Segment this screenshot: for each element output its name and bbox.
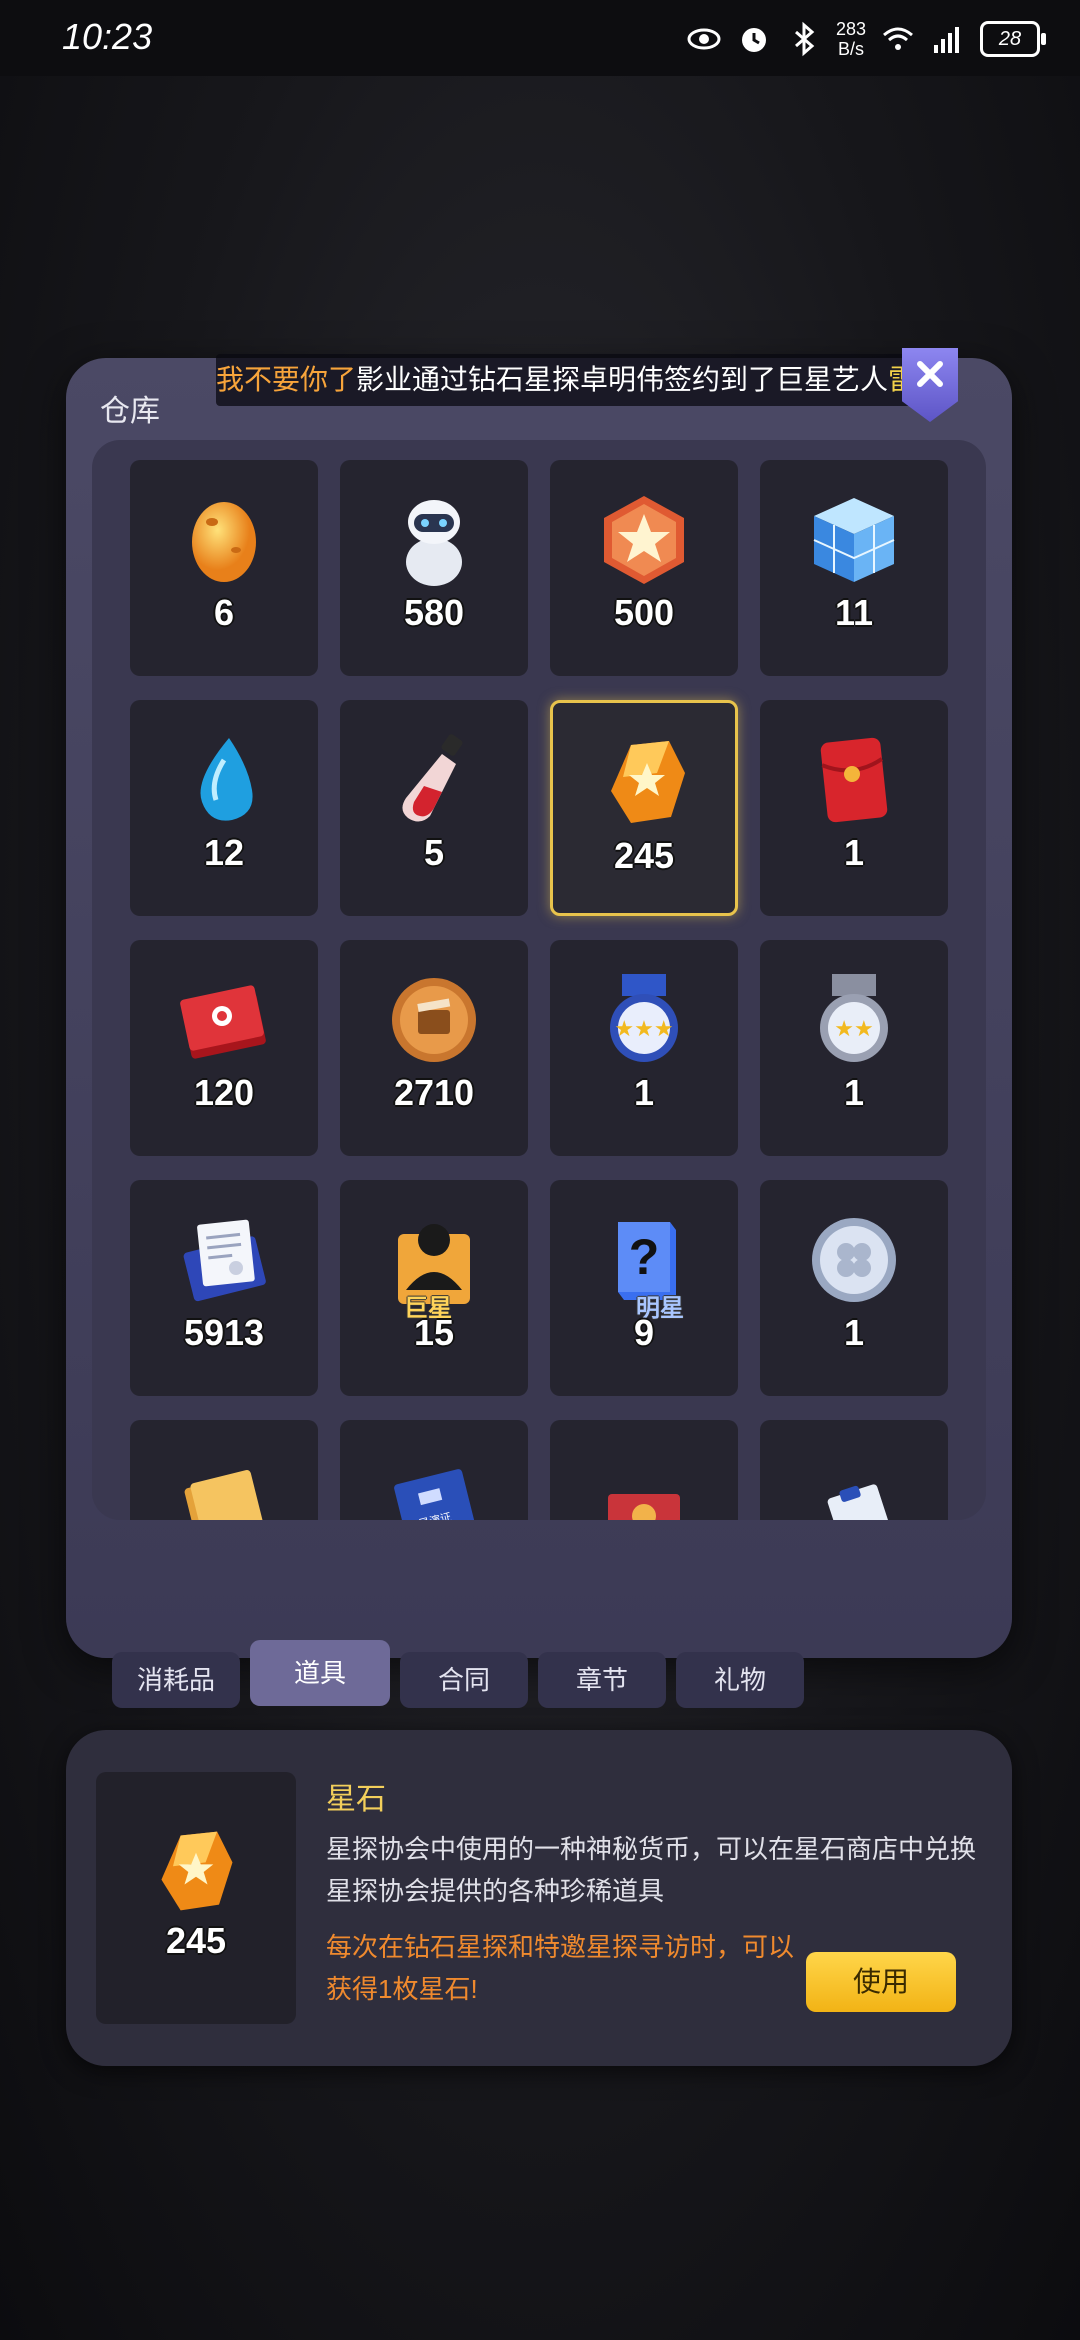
tab-gifts[interactable]: 礼物: [676, 1652, 804, 1708]
item-count: 245: [613, 835, 675, 876]
item-count: 2710: [393, 1072, 475, 1113]
alarm-icon: [741, 28, 766, 52]
item-cell-egg[interactable]: 6: [130, 460, 318, 676]
ticket-icon: [180, 985, 266, 1059]
net-speed: 283 B/s: [835, 19, 866, 59]
item-cell-book[interactable]: [130, 1420, 318, 1520]
item-count: 120: [193, 1072, 255, 1113]
tab-props[interactable]: 道具: [250, 1640, 390, 1706]
panel-title: 仓库: [100, 395, 160, 428]
silver-medal-icon: ★★: [820, 974, 888, 1062]
egg-icon: [192, 502, 256, 582]
tab-chapters[interactable]: 章节: [538, 1652, 666, 1708]
item-cell-silver-medal[interactable]: ★★ 1: [760, 940, 948, 1156]
item-count: 1: [843, 1312, 865, 1353]
item-cell-ticket[interactable]: 120: [130, 940, 318, 1156]
use-button[interactable]: 使用: [806, 1952, 956, 2012]
status-time: 10:23: [62, 16, 153, 57]
item-grid-scroll[interactable]: 6 580 500 11 12 5 245 1 120 2710 ★★★ 1 ★…: [92, 440, 986, 1520]
water-drop-icon: [200, 738, 253, 821]
star-badge-icon: [604, 496, 684, 584]
item-cell-star-stone[interactable]: 245: [550, 700, 738, 916]
item-tip: 每次在钻石星探和特邀星探寻访时，可以获得1枚星石!: [326, 1932, 795, 2004]
status-bar: 10:23 283 B/s 28: [0, 0, 1080, 76]
tab-contracts[interactable]: 合同: [400, 1652, 528, 1708]
item-cell-clover-coin[interactable]: 1: [760, 1180, 948, 1396]
item-count: 9: [633, 1312, 655, 1353]
item-cell-star-badge[interactable]: 500: [550, 460, 738, 676]
contract-icon: [183, 1219, 266, 1302]
red-envelope-icon: [820, 737, 888, 823]
book-icon: [184, 1469, 264, 1520]
item-cell-robot[interactable]: 580: [340, 460, 528, 676]
potion-icon: [402, 734, 463, 822]
item-count: 1: [843, 1072, 865, 1113]
item-count: 5: [423, 832, 445, 873]
item-count: 12: [203, 832, 245, 873]
red-ticket-icon: [608, 1494, 680, 1520]
item-cell-director-pass[interactable]: 导演证: [340, 1420, 528, 1520]
film-coin-icon: [392, 978, 476, 1062]
category-tabs: 消耗品 道具 合同 章节 礼物: [112, 1640, 804, 1708]
detail-item-preview: 245: [96, 1772, 296, 2024]
item-count: 500: [613, 592, 675, 633]
detail-item-count: 245: [165, 1920, 227, 1961]
ticker-message: 影业通过钻石星探卓明伟签约到了巨星艺人: [356, 364, 889, 395]
wifi-icon: [883, 27, 913, 50]
item-cell-gold-medal[interactable]: ★★★ 1: [550, 940, 738, 1156]
announcement-ticker: 我不要你了影业通过钻石星探卓明伟签约到了巨星艺人雷泽宇: [216, 354, 936, 406]
tab-consumables[interactable]: 消耗品: [112, 1652, 240, 1708]
item-detail-panel: 245 星石 星探协会中使用的一种神秘货币，可以在星石商店中兑换星探协会提供的各…: [66, 1730, 1012, 2066]
item-count: 580: [403, 592, 465, 633]
cube-icon: [813, 498, 895, 582]
bluetooth-icon: [794, 21, 815, 57]
item-count: 1: [633, 1072, 655, 1113]
director-pass-icon: 导演证: [394, 1469, 476, 1520]
ticker-studio: 我不要你了: [216, 364, 357, 395]
item-count: 1: [843, 832, 865, 873]
item-cell-red-ticket[interactable]: [550, 1420, 738, 1520]
item-cell-mystery-box[interactable]: ? 明星 9: [550, 1180, 738, 1396]
item-cell-potion[interactable]: 5: [340, 700, 528, 916]
star-stone-icon: [611, 741, 685, 823]
item-cell-superstar-card[interactable]: 巨星 15: [340, 1180, 528, 1396]
item-grid: 6 580 500 11 12 5 245 1 120 2710 ★★★ 1 ★…: [130, 460, 948, 1520]
item-cell-film-coin[interactable]: 2710: [340, 940, 528, 1156]
svg-text:★★: ★★: [834, 1016, 873, 1041]
signal-icon: [934, 27, 959, 53]
item-count: 15: [413, 1312, 455, 1353]
item-cell-cube[interactable]: 11: [760, 460, 948, 676]
item-cell-red-envelope[interactable]: 1: [760, 700, 948, 916]
close-icon: [917, 361, 943, 387]
gold-medal-icon: ★★★: [610, 974, 678, 1062]
warehouse-panel: 仓库 我不要你了影业通过钻石星探卓明伟签约到了巨星艺人雷泽宇 6 580 500…: [66, 348, 1012, 1658]
svg-text:★★★: ★★★: [614, 1016, 673, 1041]
eye-icon: [687, 28, 721, 50]
item-cell-water-drop[interactable]: 12: [130, 700, 318, 916]
svg-text:?: ?: [629, 1229, 660, 1285]
item-count: 11: [834, 592, 874, 633]
battery-icon: 28: [980, 21, 1046, 57]
close-button[interactable]: [902, 348, 958, 422]
item-count: 5913: [183, 1312, 265, 1353]
star-stone-icon: [161, 1831, 233, 1911]
item-description: 星探协会中使用的一种神秘货币，可以在星石商店中兑换星探协会提供的各种珍稀道具: [326, 1834, 977, 1906]
item-name: 星石: [326, 1783, 386, 1816]
clover-coin-icon: [812, 1218, 896, 1302]
item-cell-contract[interactable]: 5913: [130, 1180, 318, 1396]
clipboard-icon: [827, 1484, 893, 1520]
item-count: 6: [213, 592, 235, 633]
robot-icon: [406, 500, 462, 586]
item-cell-clipboard[interactable]: [760, 1420, 948, 1520]
status-icons: 283 B/s 28: [686, 14, 1046, 64]
